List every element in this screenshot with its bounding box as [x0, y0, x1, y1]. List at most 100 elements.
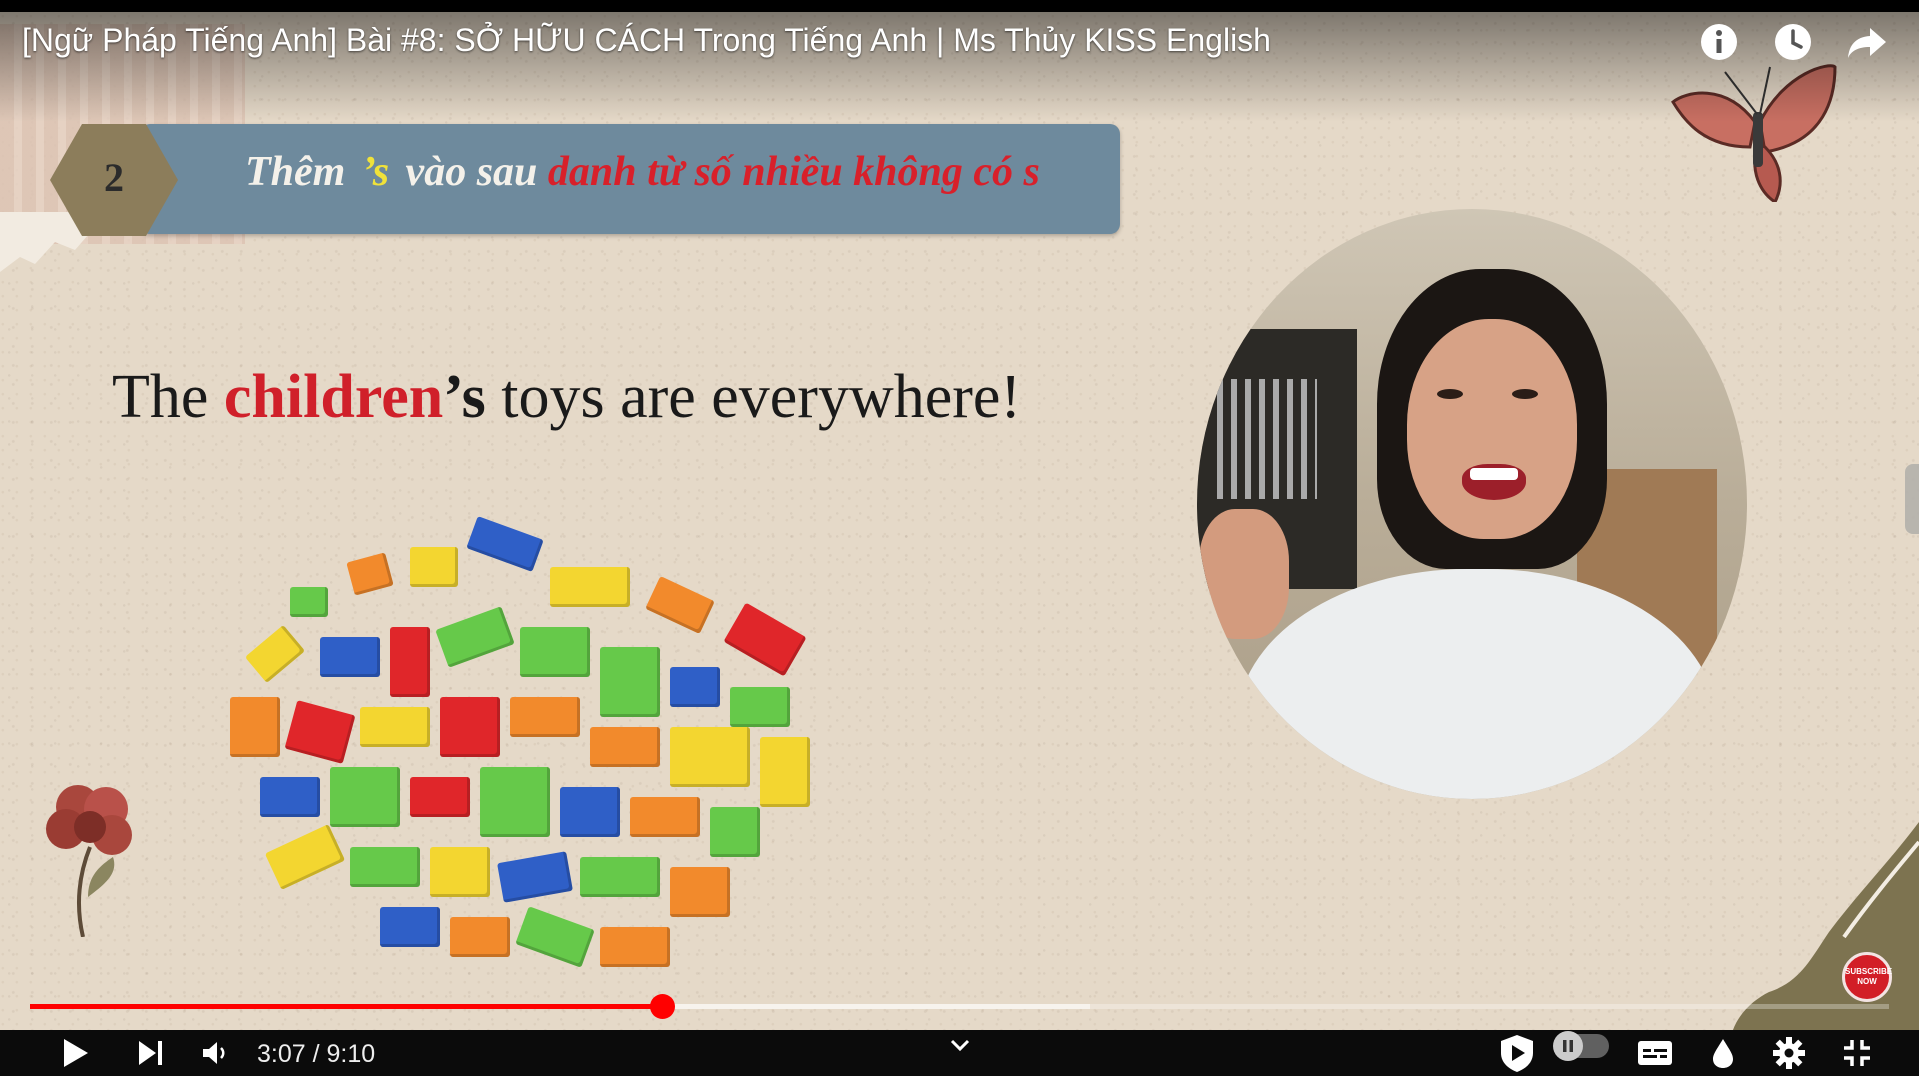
lego-brick: [290, 587, 328, 617]
presenter-eye: [1437, 389, 1463, 399]
lego-brick: [670, 727, 750, 787]
lego-brick: [440, 697, 500, 757]
lego-brick: [645, 576, 715, 634]
lego-brick: [260, 777, 320, 817]
lego-brick: [600, 927, 670, 967]
lego-brick: [580, 857, 660, 897]
presenter-video-circle: [1197, 209, 1747, 799]
lego-brick: [380, 907, 440, 947]
watch-later-icon[interactable]: [1771, 20, 1815, 64]
top-edge: [0, 0, 1919, 12]
top-right-actions: [1697, 20, 1889, 64]
heading-apostrophe: ’s: [361, 149, 390, 195]
lego-brick: [630, 797, 700, 837]
lego-brick: [350, 847, 420, 887]
next-icon: [139, 1041, 162, 1065]
subscribe-now-badge[interactable]: SUBSCRIBE NOW: [1842, 952, 1892, 1002]
progress-scrubber-handle[interactable]: [650, 994, 676, 1019]
lego-brick: [760, 737, 810, 807]
lego-brick: [670, 867, 730, 917]
step-number: 2: [104, 155, 124, 200]
presenter-face: [1407, 319, 1577, 539]
heading-text: Thêm ’s vào sau danh từ số nhiều không c…: [245, 148, 1040, 196]
lego-brick: [590, 727, 660, 767]
mute-button[interactable]: [192, 1030, 238, 1076]
ambient-icon: [1713, 1039, 1733, 1068]
lego-brick: [730, 687, 790, 727]
progress-bar[interactable]: [30, 994, 1889, 1019]
lego-brick: [430, 847, 490, 897]
autoplay-toggle-icon: [1553, 1031, 1583, 1061]
lego-brick: [510, 697, 580, 737]
lego-brick: [600, 647, 660, 717]
progress-played: [30, 1004, 663, 1009]
player-controls: 3:07 / 9:10: [0, 1030, 1919, 1076]
settings-icon: [1773, 1037, 1805, 1069]
heading-box: Thêm ’s vào sau danh từ số nhiều không c…: [140, 124, 1120, 234]
time-display: 3:07 / 9:10: [257, 1040, 376, 1068]
side-panel-handle[interactable]: [1905, 464, 1919, 534]
autoplay-toggle[interactable]: [1553, 1031, 1609, 1061]
lego-brick: [497, 851, 573, 903]
exit-fullscreen-button[interactable]: [1834, 1030, 1880, 1076]
presenter-hand: [1199, 509, 1289, 639]
flower-decor: [46, 785, 132, 937]
video-frame[interactable]: Thêm ’s vào sau danh từ số nhiều không c…: [0, 12, 1919, 1030]
lego-brick: [410, 777, 470, 817]
expand-chevron-button[interactable]: [940, 1030, 980, 1060]
sentence-before: The: [112, 363, 224, 431]
lego-brick: [520, 627, 590, 677]
lego-brick: [466, 516, 544, 572]
lego-brick: [346, 552, 394, 596]
lego-brick: [723, 602, 807, 677]
corner-decor: [1733, 822, 1919, 1030]
lego-brick: [410, 547, 458, 587]
subscribe-line1: SUBSCRIBE: [1845, 967, 1893, 976]
subtitles-button[interactable]: [1632, 1030, 1678, 1076]
lego-pile-image: [230, 516, 830, 977]
lego-brick: [320, 637, 380, 677]
play-icon: [64, 1039, 88, 1067]
presenter-teeth: [1470, 468, 1518, 480]
example-sentence: The children’s toys are everywhere!: [112, 362, 1021, 433]
captions-icon: [1638, 1041, 1672, 1065]
heading-part1: Thêm: [245, 149, 346, 195]
settings-button[interactable]: [1766, 1030, 1812, 1076]
presenter-eye: [1512, 389, 1538, 399]
video-title[interactable]: [Ngữ Pháp Tiếng Anh] Bài #8: SỞ HỮU CÁCH…: [22, 22, 1271, 59]
video-player[interactable]: Thêm ’s vào sau danh từ số nhiều không c…: [0, 0, 1919, 1076]
volume-icon: [203, 1042, 225, 1064]
chevron-down-icon: [950, 1039, 970, 1052]
ambient-button[interactable]: [1700, 1030, 1746, 1076]
exit-fullscreen-icon: [1844, 1040, 1870, 1066]
share-icon[interactable]: [1845, 20, 1889, 64]
subscribe-line2: NOW: [1857, 977, 1877, 986]
lego-brick: [435, 606, 515, 668]
lego-brick: [390, 627, 430, 697]
sentence-highlight: children: [223, 363, 444, 431]
next-button[interactable]: [128, 1030, 174, 1076]
lego-brick: [480, 767, 550, 837]
sentence-possessive: ’s: [443, 363, 486, 431]
shield-button[interactable]: [1494, 1030, 1540, 1076]
lego-brick: [670, 667, 720, 707]
sentence-after: toys are everywhere!: [485, 363, 1022, 431]
heading-part2: vào sau: [405, 149, 538, 195]
lego-brick: [330, 767, 400, 827]
heading-highlight: danh từ số nhiều không có s: [547, 149, 1040, 195]
lego-brick: [284, 700, 356, 764]
lego-brick: [450, 917, 510, 957]
lego-brick: [244, 624, 306, 684]
lego-brick: [515, 906, 595, 968]
lego-brick: [230, 697, 280, 757]
shield-icon: [1501, 1035, 1533, 1072]
background-rack: [1217, 379, 1317, 499]
heading-banner: Thêm ’s vào sau danh từ số nhiều không c…: [50, 124, 1120, 236]
lego-brick: [560, 787, 620, 837]
lego-brick: [360, 707, 430, 747]
info-icon[interactable]: [1697, 20, 1741, 64]
lego-brick: [264, 824, 346, 890]
play-button[interactable]: [52, 1030, 98, 1076]
lego-brick: [550, 567, 630, 607]
lego-brick: [710, 807, 760, 857]
